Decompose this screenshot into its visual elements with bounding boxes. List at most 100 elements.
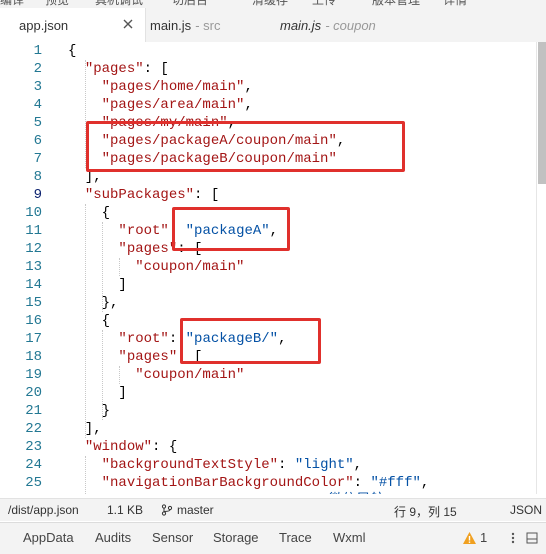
- code-line[interactable]: 2 "pages": [: [0, 60, 546, 78]
- highlight-box-root-packageB: [180, 318, 321, 364]
- panel-tab-appdata[interactable]: AppData: [23, 530, 74, 545]
- tab-label: main.js: [150, 17, 192, 33]
- warning-count: 1: [480, 530, 488, 545]
- top-menu-item[interactable]: 详情: [443, 0, 467, 8]
- line-number: 22: [25, 421, 42, 437]
- code-line[interactable]: 3 "pages/home/main",: [0, 78, 546, 96]
- code-text: "pages/area/main",: [101, 97, 253, 113]
- line-number: 7: [33, 151, 42, 167]
- code-text: {: [68, 205, 111, 221]
- code-text: "pages/home/main",: [101, 79, 253, 95]
- devtools-panel-tabs: 1 AppData Audits Sensor Storage Trace Wxml: [0, 522, 546, 554]
- code-text: {: [68, 313, 111, 329]
- code-text: {: [68, 43, 77, 59]
- code-text: "backgroundTextStyle": "light",: [101, 457, 363, 473]
- code-text: "pages": [: [84, 61, 169, 77]
- line-number: 17: [25, 331, 42, 347]
- line-number: 15: [25, 295, 42, 311]
- tab-sublabel: - coupon: [325, 17, 376, 33]
- warning-icon[interactable]: [462, 531, 477, 545]
- panel-tab-wxml[interactable]: Wxml: [333, 530, 366, 545]
- code-text: "window": {: [84, 439, 178, 455]
- panel-tab-trace[interactable]: Trace: [279, 530, 312, 545]
- code-text: ],: [68, 421, 102, 437]
- code-line[interactable]: 14 ]: [0, 276, 546, 294]
- code-line[interactable]: 15 },: [0, 294, 546, 312]
- code-line[interactable]: 20 ]: [0, 384, 546, 402]
- file-size: 1.1 KB: [107, 503, 144, 517]
- code-text: ]: [68, 385, 127, 401]
- line-number: 21: [25, 403, 42, 419]
- line-number: 26: [0, 492, 42, 494]
- git-branch[interactable]: master: [177, 503, 214, 517]
- line-number: 2: [33, 61, 42, 77]
- tab-main-js-src[interactable]: main.js - src: [150, 8, 270, 42]
- line-number: 16: [25, 313, 42, 329]
- code-line[interactable]: 22 ],: [0, 420, 546, 438]
- highlight-box-root-packageA: [172, 207, 290, 251]
- cursor-position[interactable]: 行 9，列 15: [394, 503, 457, 520]
- top-menu-item[interactable]: 真机调试: [95, 0, 143, 8]
- line-number: 9: [33, 187, 42, 203]
- panel-tab-storage[interactable]: Storage: [213, 530, 259, 545]
- code-line[interactable]: 13 "coupon/main": [0, 258, 546, 276]
- git-branch-icon: [161, 504, 173, 516]
- top-menu-item[interactable]: 预览: [45, 0, 69, 8]
- line-number: 14: [25, 277, 42, 293]
- panel-toggle-icon[interactable]: [526, 532, 538, 544]
- line-number: 6: [33, 133, 42, 149]
- line-number: 23: [25, 439, 42, 455]
- code-line[interactable]: 24 "backgroundTextStyle": "light",: [0, 456, 546, 474]
- status-bar: /dist/app.json 1.1 KB master 行 9，列 15 JS…: [0, 498, 546, 521]
- scrollbar-thumb[interactable]: [538, 42, 546, 184]
- code-text: "navigationBarTitleText": "微信导航title",: [68, 492, 444, 494]
- tab-label: main.js: [280, 17, 322, 33]
- code-editor[interactable]: 1{2 "pages": [3 "pages/home/main", 4 "pag…: [0, 42, 546, 494]
- code-line[interactable]: 26 "navigationBarTitleText": "微信导航title"…: [0, 492, 546, 494]
- top-menu-item[interactable]: 上传: [312, 0, 336, 8]
- tab-app-json[interactable]: app.json: [0, 8, 146, 43]
- line-number: 8: [33, 169, 42, 185]
- code-text: },: [68, 295, 119, 311]
- line-number: 1: [33, 43, 42, 59]
- top-menu-strip: 编译 预览 真机调试 切后台 清缓存 上传 版本管理 详情: [0, 0, 546, 8]
- code-line[interactable]: 19 "coupon/main": [0, 366, 546, 384]
- line-number: 13: [25, 259, 42, 275]
- line-number: 12: [25, 241, 42, 257]
- file-path: /dist/app.json: [8, 503, 79, 517]
- more-menu-icon[interactable]: [507, 532, 519, 544]
- top-menu-item[interactable]: 清缓存: [252, 0, 288, 8]
- editor-tab-bar: app.json main.js - src main.js - coupon: [0, 8, 546, 43]
- tab-label: app.json: [19, 18, 69, 33]
- line-number: 18: [25, 349, 42, 365]
- code-line[interactable]: 9 "subPackages": [: [0, 186, 546, 204]
- line-number: 20: [25, 385, 42, 401]
- panel-tab-sensor[interactable]: Sensor: [152, 530, 193, 545]
- code-line[interactable]: 23 "window": {: [0, 438, 546, 456]
- scrollbar-track: [536, 42, 537, 494]
- line-number: 25: [25, 475, 42, 491]
- top-menu-item[interactable]: 版本管理: [372, 0, 420, 8]
- line-number: 3: [33, 79, 42, 95]
- code-line[interactable]: 1{: [0, 42, 546, 60]
- code-line[interactable]: 25 "navigationBarBackgroundColor": "#fff…: [0, 474, 546, 492]
- line-number: 11: [25, 223, 42, 239]
- tab-main-js-coupon[interactable]: main.js - coupon: [280, 8, 440, 42]
- top-menu-item[interactable]: 切后台: [172, 0, 208, 8]
- language-mode[interactable]: JSON: [510, 503, 542, 517]
- line-number: 24: [25, 457, 42, 473]
- close-icon[interactable]: [121, 17, 135, 31]
- code-text: "coupon/main": [135, 259, 245, 275]
- code-line[interactable]: 21 }: [0, 402, 546, 420]
- panel-tab-audits[interactable]: Audits: [95, 530, 131, 545]
- code-line[interactable]: 4 "pages/area/main",: [0, 96, 546, 114]
- line-number: 4: [33, 97, 42, 113]
- highlight-box-pages: [86, 121, 405, 172]
- tab-sublabel: - src: [195, 17, 221, 33]
- line-number: 19: [25, 367, 42, 383]
- code-text: "subPackages": [: [84, 187, 220, 203]
- code-text: }: [68, 403, 111, 419]
- line-number: 10: [25, 205, 42, 221]
- code-text: ]: [68, 277, 127, 293]
- top-menu-item[interactable]: 编译: [0, 0, 24, 8]
